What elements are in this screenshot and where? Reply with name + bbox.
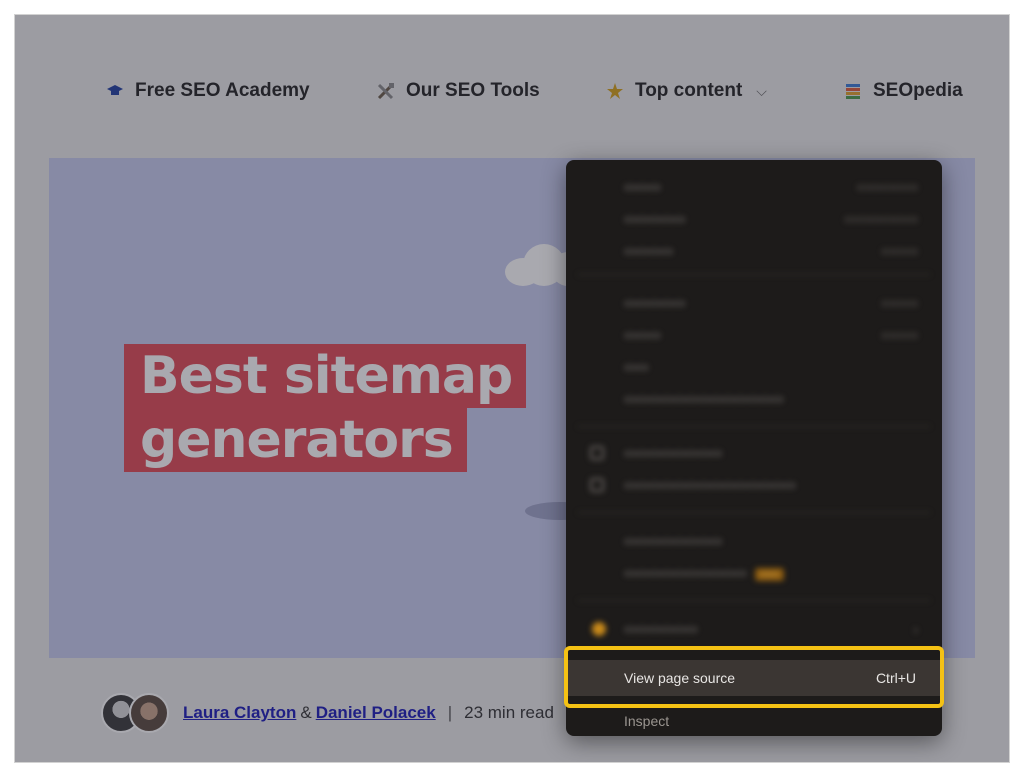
highlight-box — [564, 646, 944, 708]
blurred-menu-items: ▭▭▭ ▭▭▭▭▭ ▭▭▭▭▭ ▭▭▭▭▭▭ ▭▭▭▭ ▭▭▭ ▭▭▭▭▭ ▭▭▭ ▭▭… — [566, 160, 942, 645]
menu-item-label: Inspect — [624, 713, 670, 729]
screenshot-frame: Free SEO Academy Our SEO Tools Top conte… — [14, 14, 1010, 763]
inspect-menu-item[interactable]: Inspect — [566, 708, 942, 734]
